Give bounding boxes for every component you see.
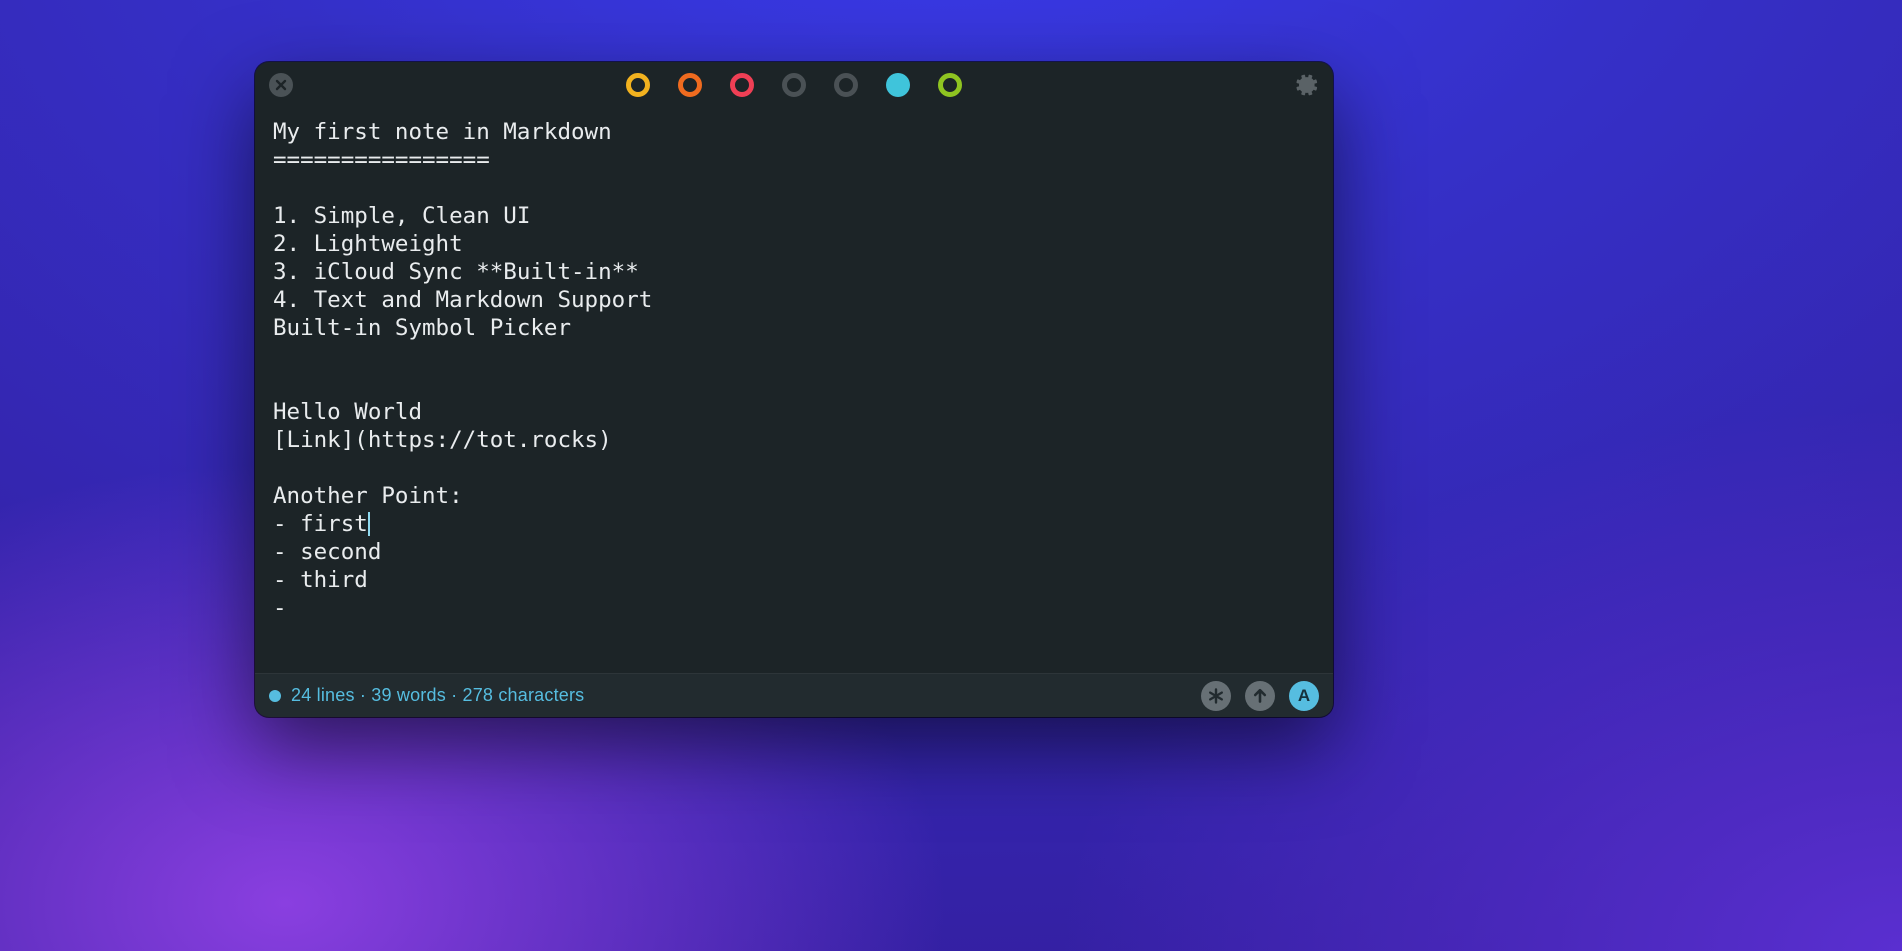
- editor-line: [273, 342, 1315, 370]
- share-button[interactable]: [1245, 681, 1275, 711]
- status-words: 39 words: [371, 685, 446, 705]
- statusbar: 24 lines · 39 words · 278 characters A: [255, 673, 1333, 717]
- asterisk-icon: [1207, 687, 1225, 705]
- format-letter-icon: A: [1298, 686, 1310, 706]
- editor-line: My first note in Markdown: [273, 118, 1315, 146]
- editor-line: -: [273, 594, 1315, 622]
- editor-line: [Link](https://tot.rocks): [273, 426, 1315, 454]
- dot-red[interactable]: [730, 73, 754, 97]
- close-button[interactable]: [269, 73, 293, 97]
- close-icon: [274, 78, 288, 92]
- editor-line: 4. Text and Markdown Support: [273, 286, 1315, 314]
- dot-green[interactable]: [938, 73, 962, 97]
- arrow-up-icon: [1251, 687, 1269, 705]
- editor-area[interactable]: My first note in Markdown===============…: [255, 108, 1333, 673]
- editor-line: [273, 370, 1315, 398]
- editor-line: 2. Lightweight: [273, 230, 1315, 258]
- dot-yellow[interactable]: [626, 73, 650, 97]
- titlebar: [255, 62, 1333, 108]
- editor-line: - third: [273, 566, 1315, 594]
- editor-line: 3. iCloud Sync **Built-in**: [273, 258, 1315, 286]
- editor-line: [273, 174, 1315, 202]
- editor-line: - first: [273, 510, 1315, 538]
- editor-line: Built-in Symbol Picker: [273, 314, 1315, 342]
- app-window: My first note in Markdown===============…: [255, 62, 1333, 717]
- status-dot-icon: [269, 690, 281, 702]
- editor-line: 1. Simple, Clean UI: [273, 202, 1315, 230]
- editor-line: Another Point:: [273, 482, 1315, 510]
- status-text: 24 lines · 39 words · 278 characters: [291, 685, 584, 706]
- note-dot-switcher: [626, 73, 962, 97]
- editor-line: ================: [273, 146, 1315, 174]
- gear-icon: [1295, 73, 1319, 97]
- status-actions: A: [1201, 681, 1319, 711]
- editor-line: [273, 454, 1315, 482]
- text-cursor: [368, 512, 370, 536]
- dot-orange[interactable]: [678, 73, 702, 97]
- status-lines: 24 lines: [291, 685, 355, 705]
- settings-button[interactable]: [1295, 73, 1319, 97]
- dot-cyan[interactable]: [886, 73, 910, 97]
- dot-gray-1[interactable]: [782, 73, 806, 97]
- format-toggle-button[interactable]: A: [1289, 681, 1319, 711]
- symbol-picker-button[interactable]: [1201, 681, 1231, 711]
- dot-gray-2[interactable]: [834, 73, 858, 97]
- editor-line: - second: [273, 538, 1315, 566]
- status-chars: 278 characters: [463, 685, 585, 705]
- editor-line: Hello World: [273, 398, 1315, 426]
